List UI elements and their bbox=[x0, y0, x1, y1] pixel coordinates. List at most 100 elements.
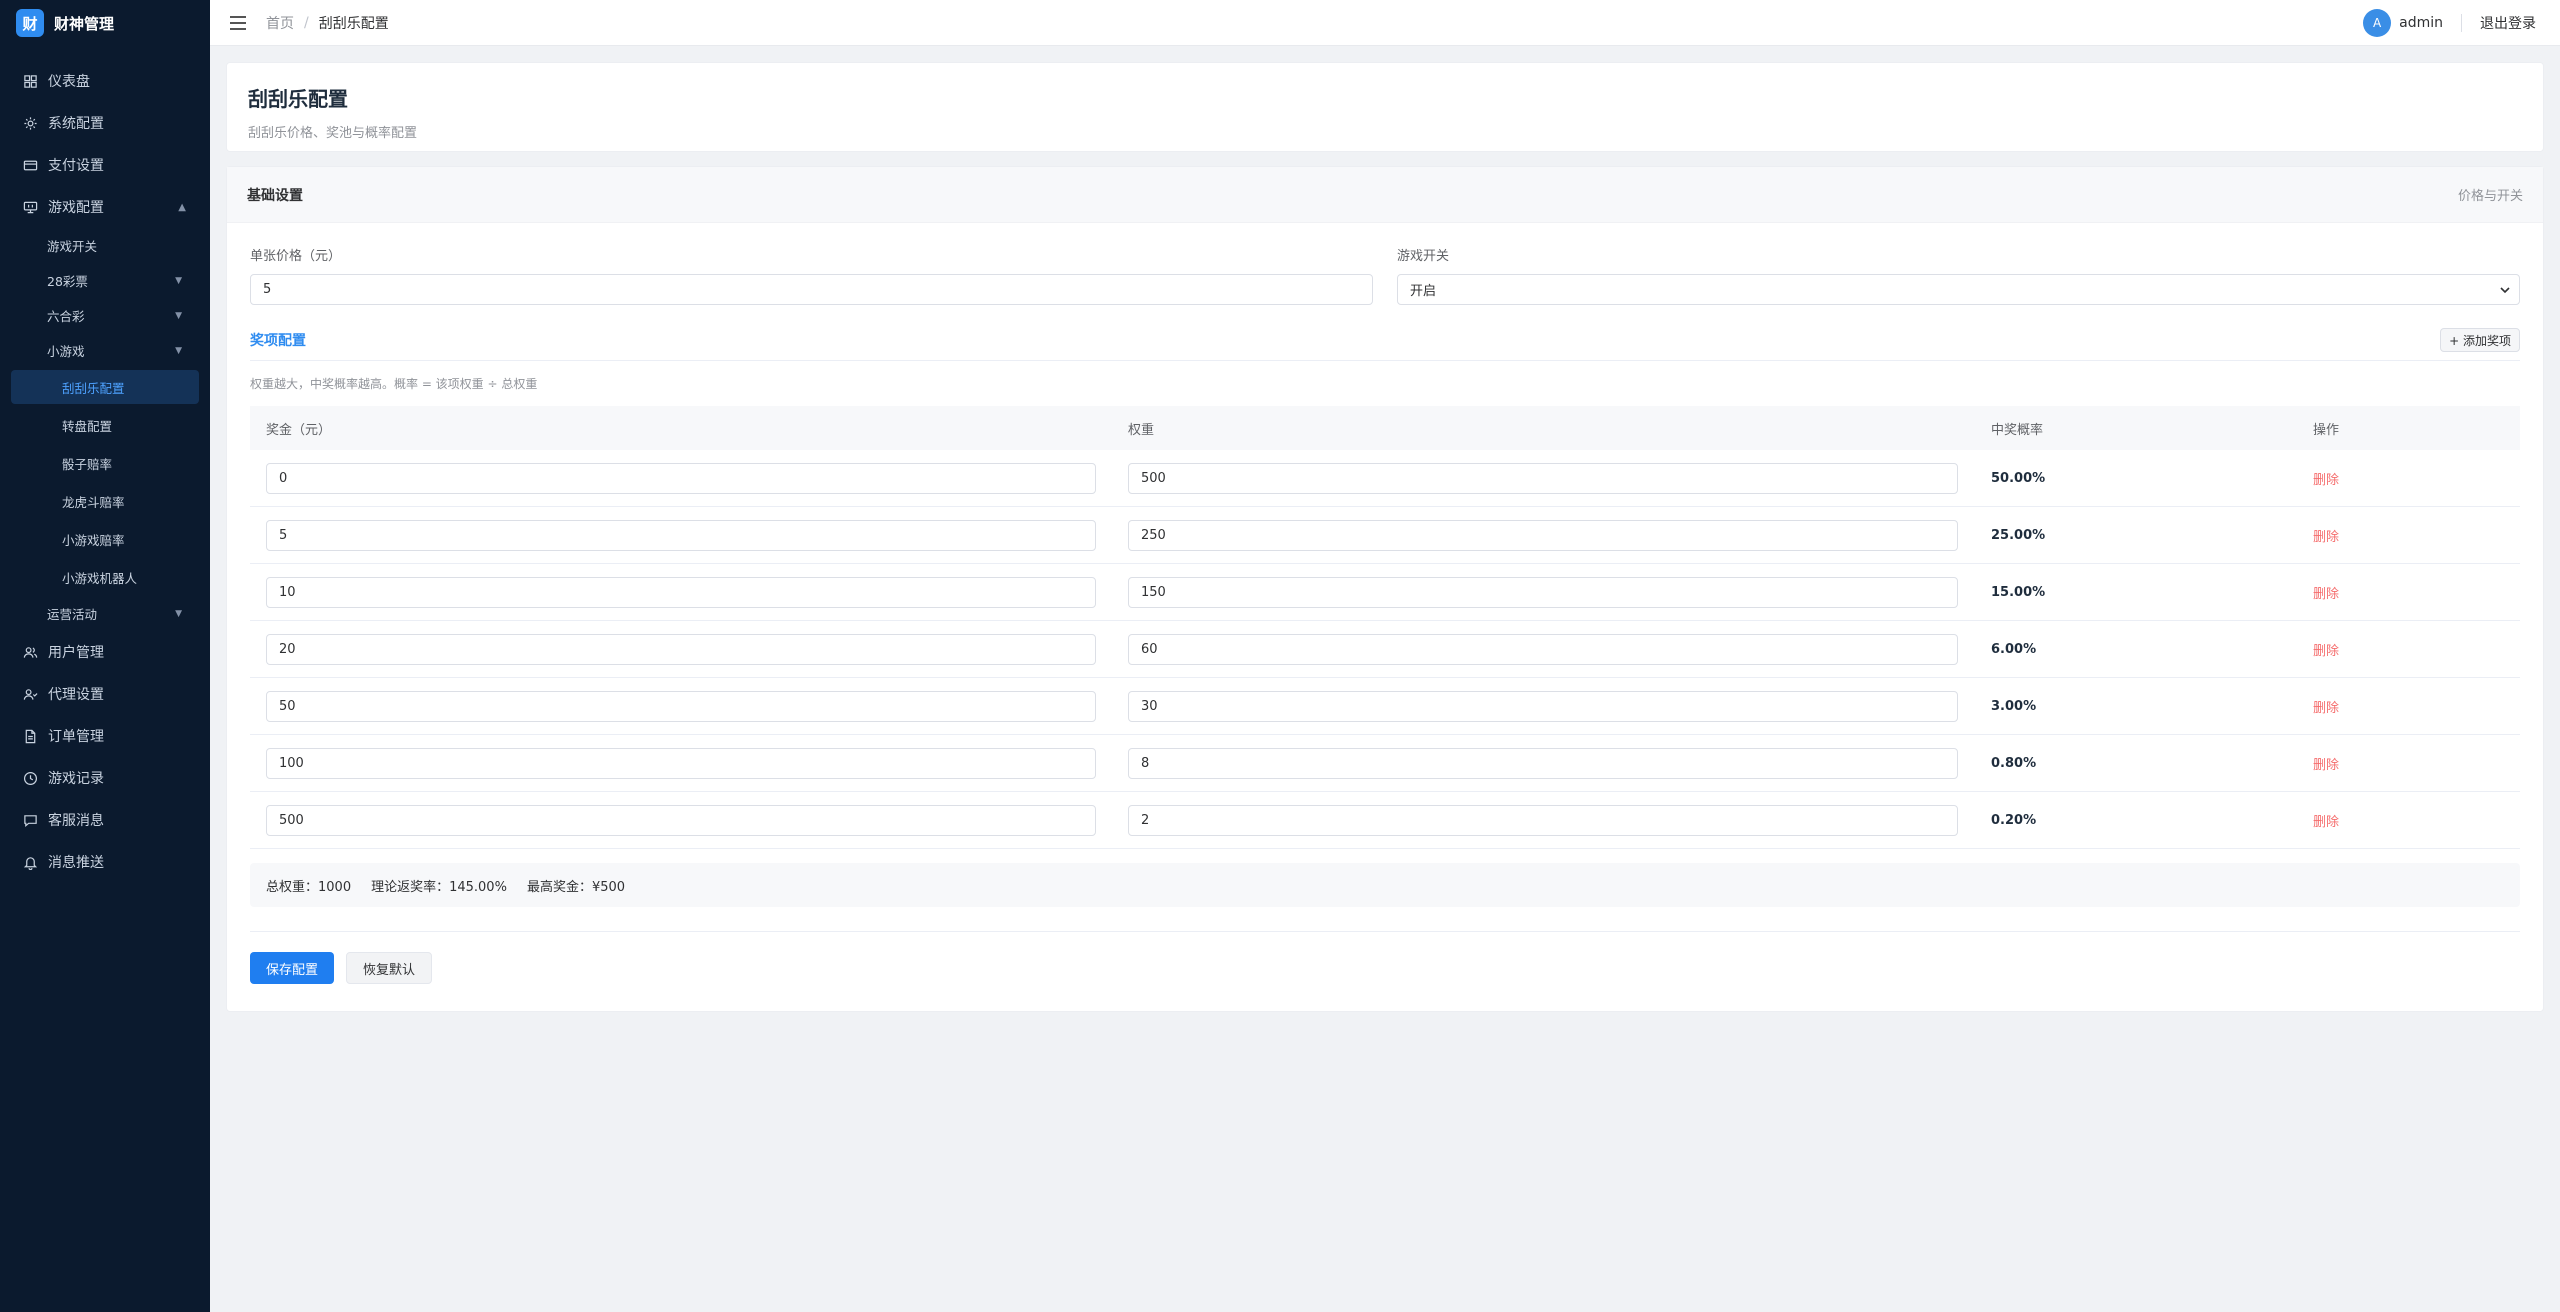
brand: 财 财神管理 bbox=[0, 0, 210, 46]
sidebar-subitem-mark-six[interactable]: 六合彩 ▼ bbox=[0, 298, 210, 333]
sidebar: 财 财神管理 仪表盘 系统配置 支付设置 游戏配置 ▲ 游戏开关 28彩票 ▼ … bbox=[0, 0, 210, 1312]
sidebar-subitem-label: 骰子赔率 bbox=[62, 456, 113, 472]
sidebar-subitem-mini-games[interactable]: 小游戏 ▼ bbox=[0, 333, 210, 368]
sidebar-item-label: 订单管理 bbox=[48, 729, 104, 745]
sidebar-item-push[interactable]: 消息推送 bbox=[0, 841, 210, 883]
logout-button[interactable]: 退出登录 bbox=[2480, 13, 2536, 33]
delete-prize-button[interactable]: 删除 bbox=[2313, 644, 2339, 659]
prize-weight-input[interactable]: 30 bbox=[1128, 690, 1958, 722]
prize-amount-input[interactable]: 500 bbox=[266, 804, 1096, 836]
breadcrumb-separator: / bbox=[304, 14, 309, 31]
sidebar-subitem-label: 刮刮乐配置 bbox=[62, 380, 125, 396]
sidebar-subitem-game-switch[interactable]: 游戏开关 bbox=[0, 228, 210, 263]
brand-name: 财神管理 bbox=[54, 14, 115, 33]
sidebar-subitem-dice-odds[interactable]: 骰子赔率 bbox=[0, 444, 210, 482]
username[interactable]: admin bbox=[2399, 15, 2443, 31]
prize-amount-input[interactable]: 50 bbox=[266, 690, 1096, 722]
prize-amount-input[interactable]: 20 bbox=[266, 633, 1096, 665]
prize-amount-input[interactable]: 100 bbox=[266, 747, 1096, 779]
sidebar-item-label: 客服消息 bbox=[48, 813, 104, 829]
page-title: 刮刮乐配置 bbox=[248, 87, 348, 111]
sidebar-item-agent[interactable]: 代理设置 bbox=[0, 673, 210, 715]
user-area: A admin 退出登录 bbox=[2363, 0, 2536, 46]
sidebar-subitem-scratch-config[interactable]: 刮刮乐配置 bbox=[11, 370, 199, 404]
sidebar-subitem-wheel-config[interactable]: 转盘配置 bbox=[0, 406, 210, 444]
sidebar-item-payment[interactable]: 支付设置 bbox=[0, 144, 210, 186]
delete-prize-button[interactable]: 删除 bbox=[2313, 815, 2339, 830]
prize-probability: 15.00% bbox=[1991, 585, 2046, 600]
document-icon bbox=[22, 728, 38, 744]
prize-probability: 0.20% bbox=[1991, 813, 2037, 828]
breadcrumb-home[interactable]: 首页 bbox=[266, 13, 294, 33]
delete-prize-button[interactable]: 删除 bbox=[2313, 758, 2339, 773]
chevron-down-icon: ▼ bbox=[175, 275, 182, 286]
card-icon bbox=[22, 157, 38, 173]
sidebar-subitem-operations[interactable]: 运营活动 ▼ bbox=[0, 596, 210, 631]
card-body: 单张价格（元） 5 游戏开关 开启 奖项配置 + 添加奖项 权重越大，中奖概率越… bbox=[227, 223, 2543, 984]
prize-probability: 0.80% bbox=[1991, 756, 2037, 771]
sidebar-item-system[interactable]: 系统配置 bbox=[0, 102, 210, 144]
sidebar-subitem-mini-game-odds[interactable]: 小游戏赔率 bbox=[0, 520, 210, 558]
prize-amount-input[interactable]: 0 bbox=[266, 462, 1096, 494]
chevron-down-icon: ▼ bbox=[175, 345, 182, 356]
game-switch-select[interactable]: 开启 bbox=[1397, 274, 2520, 305]
sidebar-subitem-label: 小游戏 bbox=[47, 344, 85, 359]
sidebar-subitem-mini-game-bots[interactable]: 小游戏机器人 bbox=[0, 558, 210, 596]
chevron-up-icon: ▲ bbox=[178, 201, 186, 213]
page-subtitle: 刮刮乐价格、奖池与概率配置 bbox=[248, 126, 418, 141]
prize-section-title: 奖项配置 bbox=[250, 332, 306, 349]
table-row: 20 60 6.00% 删除 bbox=[250, 621, 2520, 678]
sidebar-subitem-label: 运营活动 bbox=[47, 607, 98, 622]
save-button[interactable]: 保存配置 bbox=[250, 952, 335, 984]
table-header: 奖金（元） 权重 中奖概率 操作 bbox=[250, 406, 2520, 450]
sidebar-subitem-dragon-tiger-odds[interactable]: 龙虎斗赔率 bbox=[0, 482, 210, 520]
sidebar-item-label: 代理设置 bbox=[48, 687, 104, 703]
chat-icon bbox=[22, 812, 38, 828]
prize-hint: 权重越大，中奖概率越高。概率 = 该项权重 ÷ 总权重 bbox=[250, 377, 538, 391]
clock-icon bbox=[22, 770, 38, 786]
delete-prize-button[interactable]: 删除 bbox=[2313, 473, 2339, 488]
avatar[interactable]: A bbox=[2363, 9, 2392, 37]
prize-weight-input[interactable]: 250 bbox=[1128, 519, 1958, 551]
grid-icon bbox=[22, 73, 38, 89]
prize-weight-input[interactable]: 150 bbox=[1128, 576, 1958, 608]
card-header: 基础设置 价格与开关 bbox=[227, 167, 2543, 223]
delete-prize-button[interactable]: 删除 bbox=[2313, 701, 2339, 716]
price-input[interactable]: 5 bbox=[250, 274, 1373, 305]
sidebar-subitem-label: 六合彩 bbox=[47, 309, 85, 324]
sidebar-subitem-label: 小游戏机器人 bbox=[62, 570, 138, 586]
card-extra: 价格与开关 bbox=[2457, 189, 2523, 204]
sidebar-item-label: 游戏配置 bbox=[48, 200, 104, 216]
delete-prize-button[interactable]: 删除 bbox=[2313, 587, 2339, 602]
prize-weight-input[interactable]: 60 bbox=[1128, 633, 1958, 665]
sidebar-item-label: 用户管理 bbox=[48, 645, 104, 661]
theoretical-rtp: 理论返奖率：145.00% bbox=[371, 879, 507, 895]
sidebar-item-game-config[interactable]: 游戏配置 ▲ bbox=[0, 186, 210, 228]
sidebar-subitem-label: 龙虎斗赔率 bbox=[62, 494, 125, 510]
select-value: 开启 bbox=[1410, 284, 1437, 299]
prize-weight-input[interactable]: 2 bbox=[1128, 804, 1958, 836]
column-header-probability: 中奖概率 bbox=[1991, 422, 2044, 438]
divider bbox=[250, 931, 2520, 932]
sidebar-item-users[interactable]: 用户管理 bbox=[0, 631, 210, 673]
sidebar-subitem-lottery-28[interactable]: 28彩票 ▼ bbox=[0, 263, 210, 298]
prize-amount-input[interactable]: 5 bbox=[266, 519, 1096, 551]
delete-prize-button[interactable]: 删除 bbox=[2313, 530, 2339, 545]
reset-default-button[interactable]: 恢复默认 bbox=[346, 952, 433, 984]
sidebar-item-orders[interactable]: 订单管理 bbox=[0, 715, 210, 757]
topbar: 首页 / 刮刮乐配置 A admin 退出登录 bbox=[210, 0, 2560, 46]
table-row: 500 2 0.20% 删除 bbox=[250, 792, 2520, 849]
prize-weight-input[interactable]: 500 bbox=[1128, 462, 1958, 494]
prize-amount-input[interactable]: 10 bbox=[266, 576, 1096, 608]
price-field-group: 单张价格（元） 5 bbox=[250, 245, 1373, 305]
monitor-icon bbox=[22, 199, 38, 215]
add-prize-button[interactable]: + 添加奖项 bbox=[2440, 328, 2520, 352]
sidebar-item-support[interactable]: 客服消息 bbox=[0, 799, 210, 841]
gear-icon bbox=[22, 115, 38, 131]
sidebar-item-dashboard[interactable]: 仪表盘 bbox=[0, 60, 210, 102]
config-card: 基础设置 价格与开关 单张价格（元） 5 游戏开关 开启 奖项配置 + 添加奖项… bbox=[226, 166, 2544, 1012]
prize-weight-input[interactable]: 8 bbox=[1128, 747, 1958, 779]
sidebar-item-game-records[interactable]: 游戏记录 bbox=[0, 757, 210, 799]
menu-toggle-icon[interactable] bbox=[230, 15, 246, 30]
prize-table: 奖金（元） 权重 中奖概率 操作 0 500 50.00% 删除 5 250 2… bbox=[250, 406, 2520, 849]
